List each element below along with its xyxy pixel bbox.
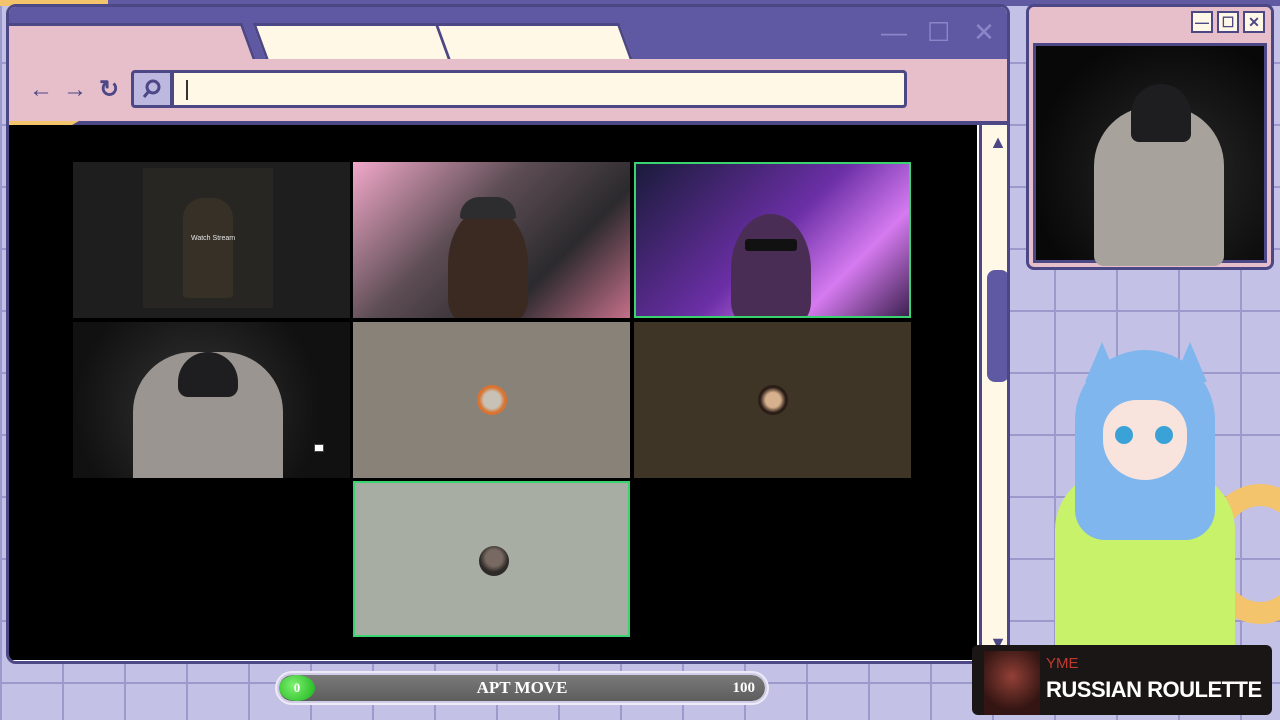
- participant-avatar: [479, 546, 509, 576]
- webcam-tile-hoodie[interactable]: [73, 322, 350, 478]
- redeem-alert: YME RUSSIAN ROULETTE: [972, 645, 1272, 715]
- maximize-icon[interactable]: ☐: [1217, 11, 1239, 33]
- close-icon[interactable]: ✕: [1243, 11, 1265, 33]
- goal-progress-bar: APT MOVE 0 100: [277, 673, 767, 703]
- screen-share-tile[interactable]: Watch Stream: [73, 162, 350, 318]
- vtuber-avatar: [1045, 342, 1255, 650]
- minimize-icon[interactable]: —: [1191, 11, 1213, 33]
- maximize-icon[interactable]: ☐: [927, 17, 950, 47]
- webcam-window-controls: — ☐ ✕: [1191, 11, 1265, 33]
- webcam-window: — ☐ ✕: [1026, 4, 1274, 270]
- participant-video: [133, 352, 283, 478]
- progress-title: APT MOVE: [476, 678, 568, 697]
- eye-icon: [1155, 426, 1173, 444]
- participant-avatar: [477, 385, 507, 415]
- back-arrow-icon[interactable]: ←: [29, 77, 53, 103]
- scroll-up-icon[interactable]: ▲: [986, 131, 1007, 153]
- scrollbar[interactable]: ▲ ▼: [979, 125, 1007, 660]
- reload-icon[interactable]: ↻: [97, 77, 121, 103]
- redeem-title: RUSSIAN ROULETTE: [1046, 677, 1262, 702]
- avatar-tile-3[interactable]: [353, 481, 630, 637]
- window-controls: — ☐ ✕: [881, 17, 995, 47]
- webcam-tile-sunglasses[interactable]: [634, 162, 911, 318]
- tab-3[interactable]: [434, 23, 632, 59]
- browser-window: — ☐ ✕ ← → ↻ Watch Stream ▲ ▼: [6, 4, 1010, 664]
- close-icon[interactable]: ✕: [973, 17, 995, 47]
- video-call-grid: Watch Stream: [9, 125, 977, 660]
- eye-icon: [1115, 426, 1133, 444]
- participant-video: [448, 197, 528, 318]
- tab-2[interactable]: [252, 23, 460, 59]
- search-button[interactable]: [131, 70, 173, 108]
- participant-avatar: [758, 385, 788, 415]
- redeem-image: [984, 651, 1040, 715]
- nav-buttons: ← → ↻: [29, 77, 121, 103]
- avatar-tile-1[interactable]: [353, 322, 630, 478]
- vtuber-face: [1103, 400, 1187, 480]
- tab-bar: [9, 7, 1007, 59]
- minimize-icon[interactable]: —: [881, 17, 907, 47]
- avatar-tile-2[interactable]: [634, 322, 911, 478]
- browser-chrome: — ☐ ✕ ← → ↻: [9, 7, 1007, 129]
- text-caret: [186, 80, 188, 100]
- progress-value: 0: [279, 675, 315, 701]
- participant-video: [731, 214, 811, 316]
- streamer-webcam: [1033, 43, 1267, 266]
- webcam-tile-bearded[interactable]: [353, 162, 630, 318]
- watch-stream-label[interactable]: Watch Stream: [191, 235, 235, 242]
- mouse-cursor: [314, 444, 324, 452]
- tab-active[interactable]: [6, 23, 256, 59]
- progress-max: 100: [732, 680, 756, 696]
- webcam-window-titlebar: — ☐ ✕: [1029, 7, 1271, 37]
- address-bar[interactable]: [171, 70, 907, 108]
- scrollbar-thumb[interactable]: [987, 270, 1007, 382]
- forward-arrow-icon[interactable]: →: [63, 77, 87, 103]
- redeem-user: YME: [1046, 655, 1079, 672]
- search-icon: [142, 79, 161, 98]
